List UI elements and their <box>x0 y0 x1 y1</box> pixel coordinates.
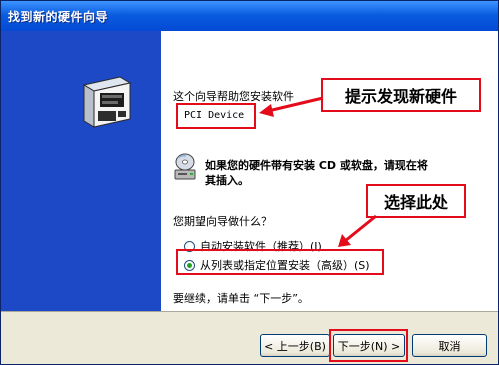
wizard-content: 这个向导帮助您安装软件 PCI Device 如果您的硬件带有安装 CD 或软盘… <box>161 31 498 311</box>
callout-select-here: 选择此处 <box>366 184 466 218</box>
question-text: 您期望向导做什么？ <box>173 215 272 228</box>
button-bar: < 上一步(B) 下一步(N) > 取消 <box>1 311 498 364</box>
intro-text: 这个向导帮助您安装软件 <box>173 90 294 103</box>
continue-text: 要继续，请单击 “下一步”。 <box>173 292 309 305</box>
cd-hint-line-1: 如果您的硬件带有安装 CD 或软盘，请现在将 <box>205 159 428 172</box>
hardware-icon <box>82 76 132 128</box>
next-button-highlight <box>329 329 408 362</box>
cancel-button[interactable]: 取消 <box>412 334 487 357</box>
device-name: PCI Device <box>176 103 256 129</box>
manual-install-highlight <box>176 249 384 275</box>
cd-hint-line-2: 其插入。 <box>205 174 249 187</box>
title-bar[interactable]: 找到新的硬件向导 <box>1 1 498 31</box>
cd-drive-icon <box>174 153 196 180</box>
callout-new-hardware: 提示发现新硬件 <box>321 78 481 112</box>
back-button[interactable]: < 上一步(B) <box>260 334 330 357</box>
window-title: 找到新的硬件向导 <box>8 9 109 24</box>
wizard-banner <box>1 31 161 311</box>
wizard-window: 找到新的硬件向导 这个向导帮助您安装软件 PCI Device 如果您的硬件带有… <box>0 0 499 365</box>
